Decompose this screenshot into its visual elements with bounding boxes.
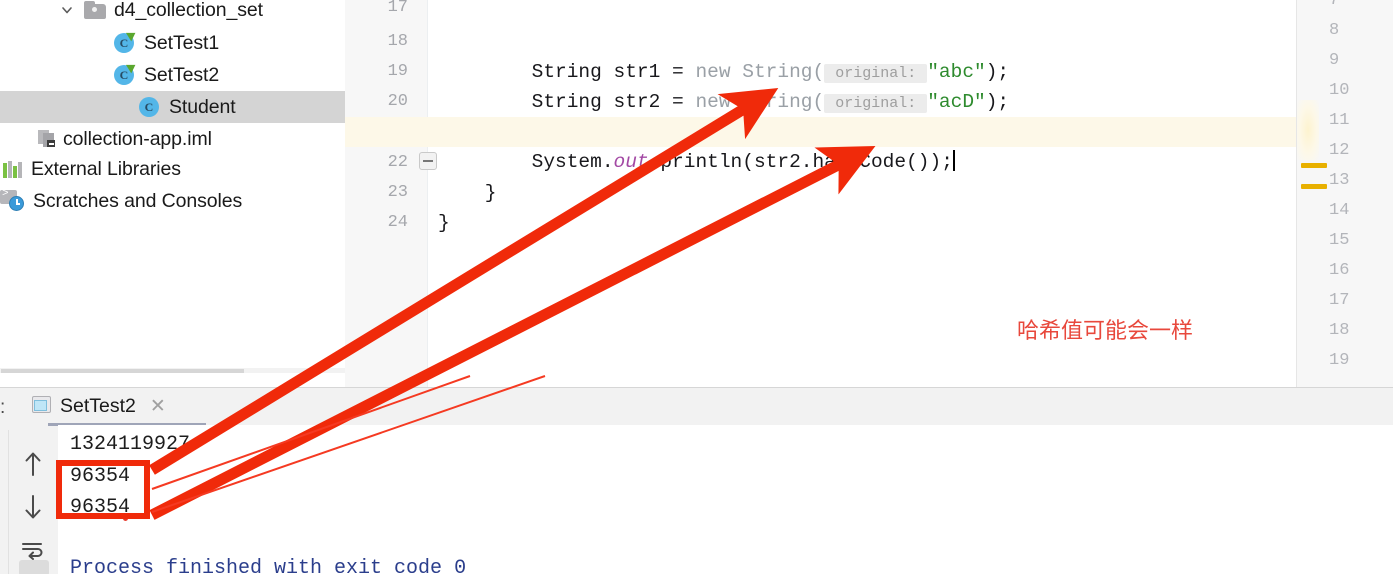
line-number: 8	[1329, 21, 1340, 40]
line-number: 13	[1329, 171, 1350, 190]
annotation-highlight-box	[56, 460, 150, 519]
console-line-exit: Process finished with exit code 0	[70, 557, 467, 574]
highlight-glow	[1297, 100, 1319, 160]
line-number: 12	[1329, 141, 1350, 160]
code-line-21[interactable]: System.out.println(str2.hashCode());	[345, 117, 1393, 173]
run-configuration-icon	[30, 396, 52, 416]
code-editor[interactable]: 17 18 19 20 21 22 23 24 String str1 = ne…	[345, 0, 1393, 387]
scroll-to-end-button[interactable]	[19, 560, 49, 574]
code-line-18[interactable]: String str1 = new String( original: "abc…	[345, 27, 1393, 83]
line-number: 11	[1329, 111, 1350, 130]
tree-label: Scratches and Consoles	[33, 189, 243, 212]
close-icon[interactable]: ✕	[150, 395, 166, 418]
project-tree-panel: d4_collection_set C SetTest1 C SetTest2 …	[0, 0, 345, 373]
code-line-22[interactable]: }	[345, 148, 1393, 204]
line-number: 15	[1329, 231, 1350, 250]
annotation-text-chinese: 哈希值可能会一样	[1017, 319, 1194, 344]
line-number: 18	[1329, 321, 1350, 340]
tree-label: d4_collection_set	[114, 0, 263, 21]
secondary-editor-gutter[interactable]: 7 8 9 10 11 12 13 14 15 16 17 18 19	[1296, 0, 1393, 387]
tree-label: Student	[169, 95, 236, 118]
line-number: 9	[1329, 51, 1340, 70]
run-window-label: :	[0, 397, 6, 418]
code-line-19[interactable]: String str2 = new String( original: "acD…	[345, 57, 1393, 113]
scroll-down-button[interactable]	[15, 489, 51, 525]
console-side-toolbar[interactable]	[8, 430, 58, 574]
line-number: 17	[1329, 291, 1350, 310]
line-number: 10	[1329, 81, 1350, 100]
line-number: 7	[1329, 0, 1340, 10]
tree-row-student[interactable]: C Student	[0, 91, 345, 123]
tree-row-settest1[interactable]: C SetTest1	[0, 27, 345, 59]
scrollbar-thumb[interactable]	[1, 369, 244, 373]
java-class-run-icon: C	[113, 60, 139, 86]
line-number: 16	[1329, 261, 1350, 280]
line-number: 14	[1329, 201, 1350, 220]
code-line-17[interactable]	[345, 0, 1393, 23]
soft-wrap-icon	[21, 540, 45, 560]
console-tab-label: SetTest2	[60, 394, 136, 417]
external-libraries-icon	[2, 159, 24, 179]
tree-label: External Libraries	[31, 157, 181, 180]
change-marker-icon	[1301, 163, 1327, 168]
code-line-24[interactable]	[345, 208, 1393, 238]
tree-label: SetTest1	[144, 31, 220, 54]
java-class-icon: C	[138, 96, 160, 118]
panel-divider	[0, 387, 1393, 388]
module-file-icon	[36, 128, 58, 150]
code-line-20[interactable]: System.out.println(str1.hashCode());	[345, 87, 1393, 143]
tree-row-settest2[interactable]: C SetTest2	[0, 59, 345, 91]
java-class-run-icon: C	[113, 28, 139, 54]
code-line-23[interactable]: }	[345, 178, 1393, 234]
console-tab-settest2[interactable]: SetTest2 ✕	[30, 392, 166, 420]
console-line: 1324119927	[70, 433, 191, 456]
console-output[interactable]: 1324119927 96354 96354 Process finished …	[58, 425, 1393, 574]
tree-row-scratches-and-consoles[interactable]: Scratches and Consoles	[0, 185, 345, 217]
folder-icon	[84, 1, 106, 19]
up-arrow-icon	[22, 451, 44, 477]
down-arrow-icon	[22, 494, 44, 520]
project-tree-horizontal-scrollbar[interactable]	[0, 368, 345, 373]
tree-row-collection-app-iml[interactable]: collection-app.iml	[0, 123, 345, 155]
tree-row-external-libraries[interactable]: External Libraries	[0, 153, 345, 185]
tree-row-d4-collection-set[interactable]: d4_collection_set	[0, 0, 345, 26]
ide-window: d4_collection_set C SetTest1 C SetTest2 …	[0, 0, 1393, 574]
scroll-up-button[interactable]	[15, 446, 51, 482]
tree-label: SetTest2	[144, 63, 220, 86]
chevron-down-icon[interactable]	[56, 0, 78, 21]
change-marker-icon	[1301, 184, 1327, 189]
tree-label: collection-app.iml	[63, 127, 212, 150]
line-number: 19	[1329, 351, 1350, 370]
scratches-icon	[0, 188, 28, 212]
